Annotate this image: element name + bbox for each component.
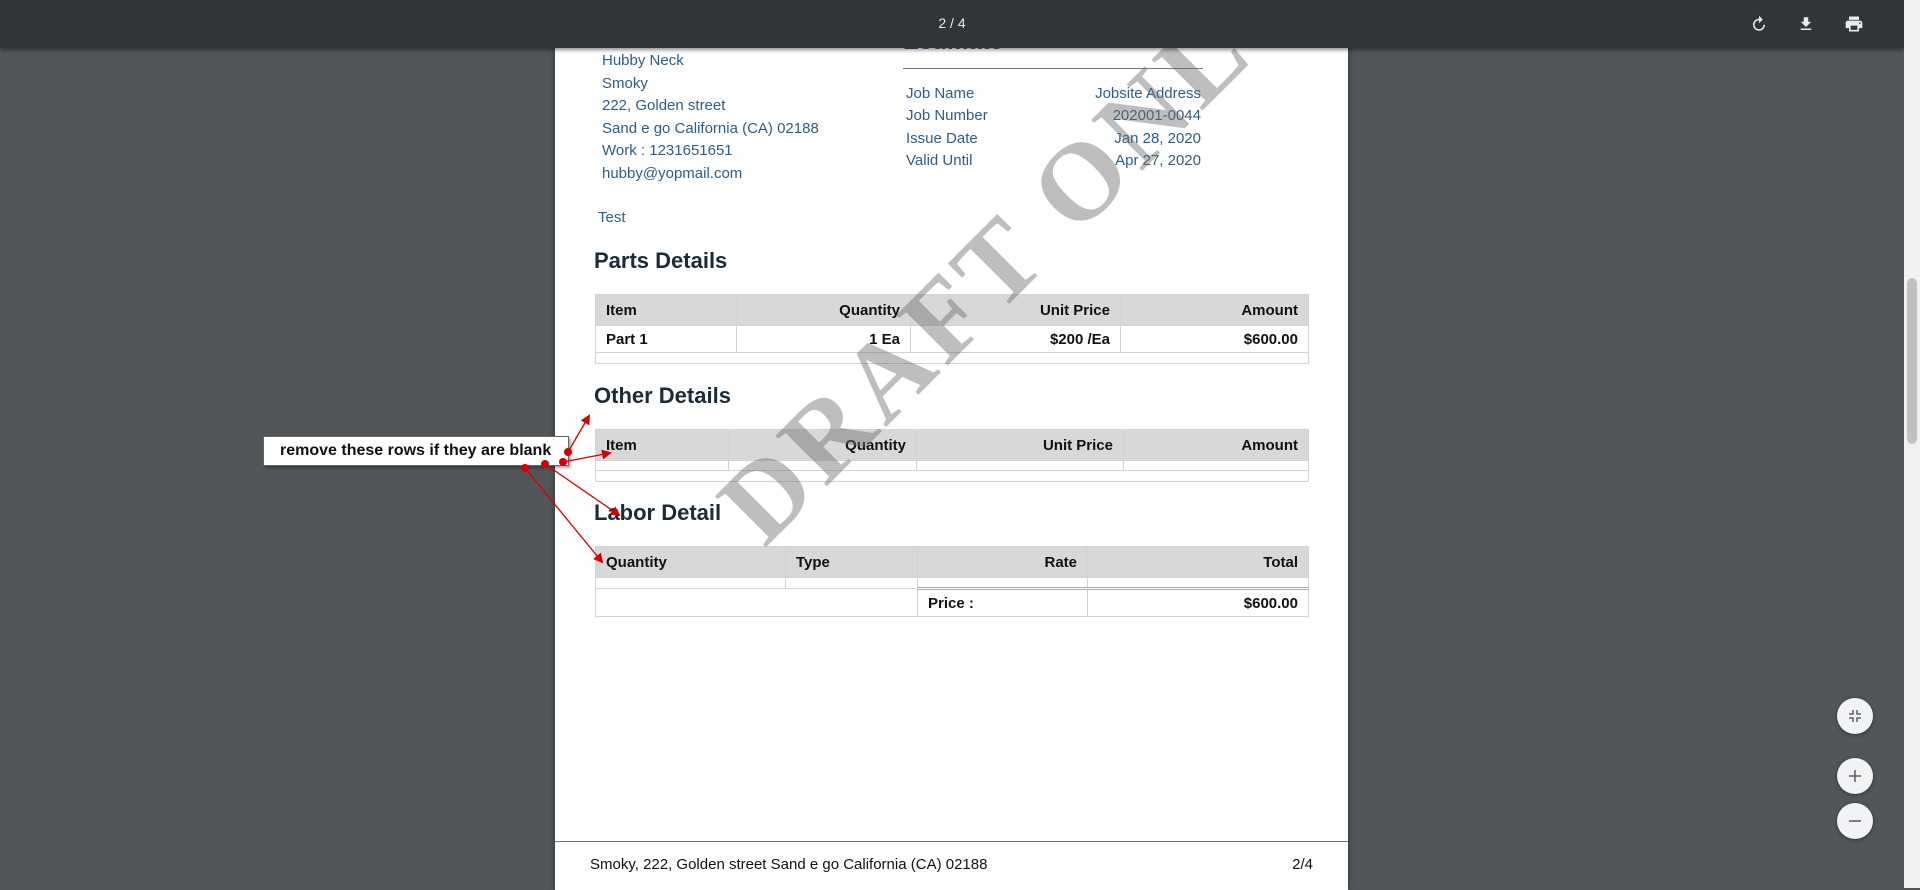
zoom-out-icon [1849, 820, 1861, 822]
zoom-in-button[interactable] [1837, 758, 1873, 794]
estimate-divider [903, 68, 1203, 69]
customer-note: Test [598, 209, 626, 226]
customer-phone: Work : 1231651651 [602, 142, 733, 159]
labor-heading: Labor Detail [594, 500, 722, 525]
parts-heading: Parts Details [594, 248, 728, 273]
pdf-toolbar: 2 / 4 [0, 0, 1904, 48]
zoom-out-button[interactable] [1837, 803, 1873, 839]
column-header: Total [1087, 546, 1309, 578]
annotation-callout: remove these rows if they are blank [263, 436, 569, 466]
column-header: Item [595, 429, 729, 461]
price-value: $600.00 [1087, 587, 1309, 617]
column-header: Quantity [595, 546, 786, 578]
table-header-row: Quantity Type Rate Total [595, 546, 1309, 578]
estimate-label: Job Name [906, 85, 975, 102]
customer-street: 222, Golden street [602, 97, 726, 114]
price-row: Price : $600.00 [595, 587, 1309, 617]
column-header: Unit Price [910, 294, 1121, 326]
estimate-label: Valid Until [906, 152, 973, 169]
fit-page-icon [1849, 710, 1861, 722]
download-icon[interactable] [1794, 12, 1818, 36]
table-cell: $600.00 [1120, 325, 1309, 353]
column-header: Amount [1123, 429, 1309, 461]
column-header: Quantity [728, 429, 917, 461]
estimate-label: Issue Date [906, 130, 978, 147]
customer-company: Smoky [602, 75, 648, 92]
blank-row [595, 577, 1309, 589]
table-cell: 1 Ea [736, 325, 911, 353]
parts-table: Item Quantity Unit Price Amount Part 1 1… [595, 294, 1309, 364]
customer-email: hubby@yopmail.com [602, 165, 743, 182]
footer-divider [555, 841, 1348, 842]
page-indicator: 2 / 4 [938, 15, 966, 31]
price-label: Price : [917, 587, 1088, 617]
column-header: Quantity [736, 294, 911, 326]
estimate-label: Job Number [906, 107, 988, 124]
annotation-text: remove these rows if they are blank [280, 442, 552, 459]
rotate-icon[interactable] [1747, 12, 1771, 36]
customer-name: Hubby Neck [602, 52, 684, 69]
zoom-in-icon [1849, 770, 1861, 782]
customer-city: Sand e go California (CA) 02188 [602, 120, 819, 137]
column-header: Type [785, 546, 918, 578]
blank-row [595, 460, 1309, 471]
table-header-row: Item Quantity Unit Price Amount [595, 294, 1309, 326]
estimate-value: Apr 27, 2020 [1115, 152, 1201, 169]
fit-page-button[interactable] [1837, 698, 1873, 734]
table-cell: $200 /Ea [910, 325, 1121, 353]
column-header: Amount [1120, 294, 1309, 326]
footer-address: Smoky, 222, Golden street Sand e go Cali… [590, 856, 988, 873]
column-header: Unit Price [916, 429, 1124, 461]
print-icon[interactable] [1842, 12, 1866, 36]
vertical-scrollbar[interactable] [1904, 0, 1920, 888]
table-cell: Part 1 [595, 325, 737, 353]
scrollbar-thumb[interactable] [1907, 278, 1917, 444]
other-heading: Other Details [594, 383, 731, 408]
table-header-row: Item Quantity Unit Price Amount [595, 429, 1309, 461]
labor-table: Quantity Type Rate Total Price : $600.00 [595, 546, 1309, 617]
column-header: Rate [917, 546, 1088, 578]
footer-page-number: 2/4 [1292, 856, 1313, 873]
pdf-page: Hubby Neck Smoky 222, Golden street Sand… [555, 0, 1348, 890]
estimate-value: Jan 28, 2020 [1114, 130, 1201, 147]
blank-row [595, 470, 1309, 482]
table-row: Part 1 1 Ea $200 /Ea $600.00 [595, 325, 1309, 353]
estimate-value: 202001-0044 [1112, 107, 1201, 124]
table-row [595, 352, 1309, 364]
estimate-value: Jobsite Address [1095, 85, 1201, 102]
other-table: Item Quantity Unit Price Amount [595, 429, 1309, 482]
column-header: Item [595, 294, 737, 326]
